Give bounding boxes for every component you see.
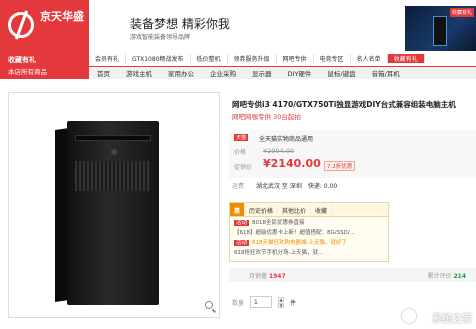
logo-text: 京天华盛	[40, 10, 84, 23]
original-price: ¥2994.00	[263, 147, 295, 155]
promo-text: 618天猫狂欢购电器城-上天猫，就好了	[252, 240, 347, 246]
service-text: 全天猫实物商品通用	[259, 136, 314, 143]
promo-logo-icon: 惠	[230, 203, 246, 216]
promo-line[interactable]: 【618】超级优惠卡上新！超值搭配：8G/SSD/...	[230, 227, 388, 237]
top-nav-item[interactable]: 电竞专区	[314, 54, 351, 63]
top-nav-item-active[interactable]: 收藏有礼	[387, 54, 425, 63]
monthly-sales: 月销量 1947	[249, 271, 286, 280]
header-banner[interactable]: 收藏有礼	[405, 6, 476, 51]
zoom-icon[interactable]	[205, 301, 213, 309]
nav-item-office[interactable]: 家用办公	[160, 68, 202, 78]
all-categories-button[interactable]: 本店所有商品	[0, 66, 89, 79]
price-label: 价格	[234, 149, 247, 156]
product-subtitle: 网吧网咖专供 30台起拍	[232, 113, 301, 121]
nav-item-monitor[interactable]: 显示器	[244, 68, 280, 78]
quantity-unit: 件	[290, 299, 297, 307]
tab-price-history[interactable]: 历史价格	[245, 203, 279, 216]
promo-line[interactable]: 618抢狂欢节手机分场-上天猫，就...	[230, 247, 388, 257]
delivery-label: 运费	[232, 183, 245, 190]
logo-mark-icon	[8, 12, 34, 38]
top-nav-item[interactable]: 会员有礼	[89, 54, 127, 63]
front-grill	[75, 161, 151, 191]
promo-line[interactable]: 活动 618天猫狂欢购电器城-上天猫，就好了	[230, 237, 388, 247]
quantity-input[interactable]: 1	[250, 296, 273, 308]
watermark: 系统之家	[432, 314, 472, 325]
shop-logo[interactable]: 京天华盛 收藏有礼	[0, 0, 89, 67]
sales-stats: 月销量 1947 累计评价 214	[229, 268, 476, 282]
tab-compare[interactable]: 其他比价	[278, 203, 312, 216]
quantity-row: 数量 1 ▲ ▼ 件	[232, 296, 296, 308]
sales-label: 月销量	[249, 272, 268, 280]
drive-bay	[75, 135, 151, 141]
top-nav-item[interactable]: 领券服务升级	[228, 54, 277, 63]
product-title: 网吧专供i3 4170/GTX750Ti独显游戏DIY台式兼容组装电脑主机	[232, 100, 456, 109]
top-nav-item[interactable]: 网吧专供	[277, 54, 314, 63]
promo-text: 618抢狂欢节手机分场-上天猫，就...	[234, 250, 324, 256]
nav-item-keyboard[interactable]: 鼠标/键盘	[319, 68, 363, 78]
reviews-label: 累计评价	[427, 272, 452, 280]
nav-item-gaming[interactable]: 游戏主机	[118, 68, 160, 78]
product-image-frame[interactable]	[8, 92, 220, 318]
pc-tower-icon	[433, 16, 447, 46]
main-nav: 本店所有商品 首页 游戏主机 家用办公 企业采购 显示器 DIY硬件 鼠标/键盘…	[0, 66, 476, 79]
promo-text: 8018全民优惠券直接	[252, 220, 305, 226]
shop-slogan: 装备梦想 精彩你我	[130, 17, 230, 31]
nav-item-audio[interactable]: 音箱/耳机	[364, 68, 408, 78]
promo-price: ¥2140.00	[263, 157, 321, 170]
banner-badge: 收藏有礼	[449, 8, 474, 17]
quantity-stepper[interactable]: ▲ ▼	[278, 296, 285, 308]
review-count[interactable]: 累计评价 214	[428, 271, 466, 280]
discount-badge: 7.2折优惠	[324, 161, 356, 171]
promo-tabs: 惠 历史价格 其他比价 收藏	[230, 203, 388, 217]
decrease-icon[interactable]: ▼	[278, 302, 285, 308]
promo-tag: 活动	[234, 220, 250, 226]
pc-case-image	[67, 121, 159, 305]
promo-line[interactable]: 活动 8018全民优惠券直接	[230, 217, 388, 227]
reviews-value: 214	[453, 272, 466, 280]
increase-icon[interactable]: ▲	[278, 296, 285, 302]
sales-count: 1947	[268, 272, 286, 280]
service-badge: 天猫	[234, 134, 249, 141]
power-button	[111, 149, 117, 155]
promo-tag: 活动	[234, 240, 250, 246]
delivery-info: 运费 湖北武汉 至 深圳 快递: 0.00	[232, 181, 337, 190]
promo-price-label: 促销价	[234, 164, 253, 171]
favorite-button[interactable]: 收藏有礼	[8, 55, 36, 65]
nav-item-diy[interactable]: DIY硬件	[280, 68, 320, 78]
top-nav-item[interactable]: GTX1080畅战发布	[126, 54, 191, 63]
top-nav: 会员有礼 GTX1080畅战发布 低价整机 领券服务升级 网吧专供 电竞专区 名…	[89, 53, 476, 64]
nav-item-enterprise[interactable]: 企业采购	[202, 68, 244, 78]
shop-slogan-sub: 游戏智能装备领导品牌	[130, 34, 191, 41]
promo-text: 【618】超级优惠卡上新！超值搭配：8G/SSD/...	[234, 230, 355, 236]
promo-panel: 惠 历史价格 其他比价 收藏 活动 8018全民优惠券直接 【618】超级优惠卡上…	[229, 202, 389, 262]
tab-favorite[interactable]: 收藏	[311, 203, 333, 216]
top-nav-item[interactable]: 名人名单	[351, 54, 388, 63]
top-nav-item[interactable]: 低价整机	[191, 54, 228, 63]
watermark-icon	[402, 309, 416, 323]
nav-item-home[interactable]: 首页	[89, 68, 118, 78]
quantity-label: 数量	[232, 299, 245, 307]
delivery-route[interactable]: 湖北武汉 至 深圳	[256, 181, 302, 190]
delivery-fee: 快递: 0.00	[307, 183, 338, 190]
price-box: 天猫 全天猫实物商品通用 价格 ¥2994.00 促销价 ¥2140.00 7.…	[229, 130, 476, 178]
